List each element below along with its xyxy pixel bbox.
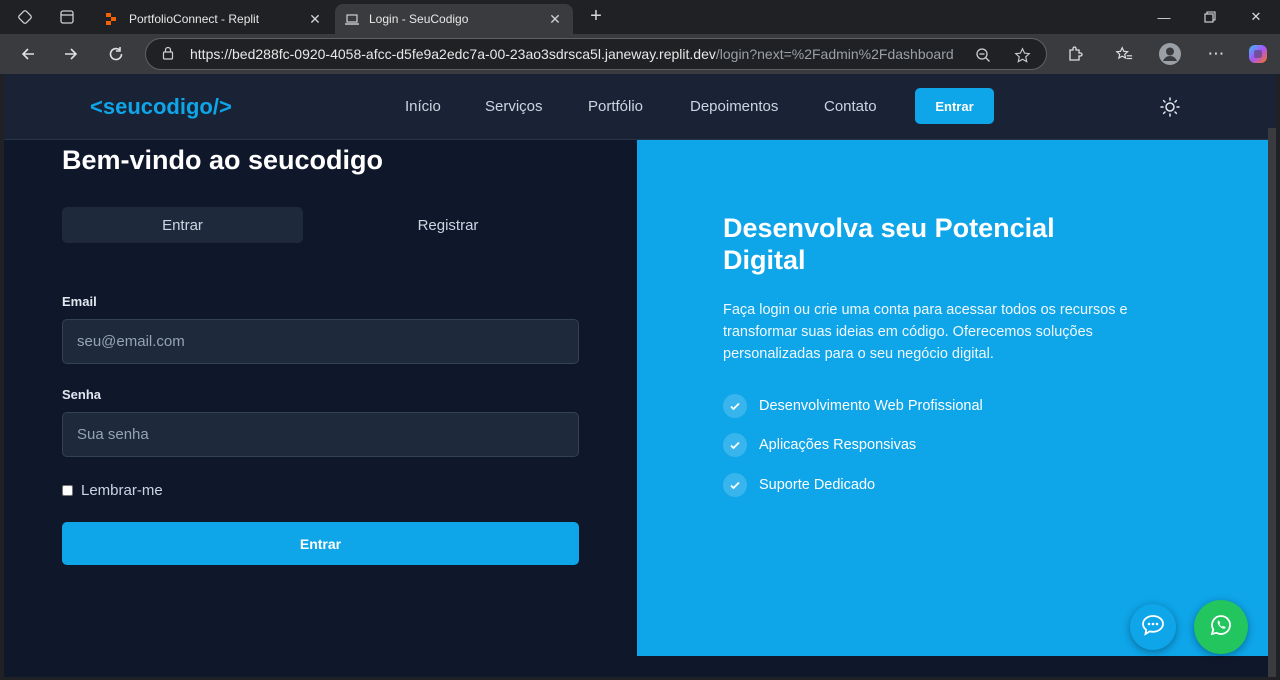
email-label: Email [62,294,97,309]
tab-login[interactable]: Entrar [62,207,303,243]
remember-me[interactable]: Lembrar-me [62,482,163,499]
browser-tab-login[interactable]: Login - SeuCodigo ✕ [335,4,573,34]
url-host: https://bed288fc-0920-4058-afcc-d5fe9a2e… [190,46,716,62]
feature-label: Suporte Dedicado [759,477,876,493]
feature-label: Desenvolvimento Web Profissional [759,398,983,414]
close-icon[interactable]: ✕ [547,11,563,28]
workspaces-icon[interactable] [14,6,36,28]
login-submit-button[interactable]: Entrar [62,522,579,565]
check-icon [723,394,747,418]
feature-item: Aplicações Responsivas [723,433,916,457]
whatsapp-icon [1209,613,1233,642]
feature-label: Aplicações Responsivas [759,437,917,453]
nav-link-inicio[interactable]: Início [405,98,441,115]
tab-register[interactable]: Registrar [318,207,578,243]
remember-label: Lembrar-me [81,482,163,499]
url-path: /login?next=%2Fadmin%2Fdashboard [715,46,954,62]
site-navbar: <seucodigo/> Início Serviços Portfólio D… [4,74,1276,140]
close-icon[interactable]: ✕ [307,11,323,28]
zoom-icon[interactable] [973,45,993,65]
profile-avatar-icon[interactable] [1157,41,1183,67]
nav-login-button[interactable]: Entrar [915,88,994,124]
password-field-wrapper [62,412,579,457]
extensions-icon[interactable] [1062,41,1088,67]
forward-icon[interactable] [58,41,84,67]
lock-icon[interactable] [162,46,176,63]
replit-icon [105,12,119,26]
url-text[interactable]: https://bed288fc-0920-4058-afcc-d5fe9a2e… [190,46,954,62]
hero-panel: Desenvolva seu Potencial Digital Faça lo… [637,140,1269,656]
whatsapp-button[interactable] [1194,600,1248,654]
browser-tab-portfolioconnect[interactable]: PortfolioConnect - Replit ✕ [95,4,333,34]
laptop-icon [345,12,359,26]
nav-link-servicos[interactable]: Serviços [485,98,543,115]
chat-bubble-icon [1141,614,1165,641]
reload-icon[interactable] [103,41,129,67]
tab-title: PortfolioConnect - Replit [129,12,260,26]
feature-item: Desenvolvimento Web Profissional [723,394,983,418]
tab-title: Login - SeuCodigo [369,12,469,26]
close-window-icon[interactable]: ✕ [1233,5,1279,29]
check-icon [723,473,747,497]
nav-link-portfolio[interactable]: Portfólio [588,98,643,115]
auth-tabs: Entrar Registrar [62,207,579,243]
remember-checkbox[interactable] [62,485,73,496]
page-scrollbar[interactable] [1268,128,1276,677]
copilot-icon[interactable] [1245,41,1271,67]
nav-link-depoimentos[interactable]: Depoimentos [690,98,778,115]
browser-tab-bar: PortfolioConnect - Replit ✕ Login - SeuC… [0,0,1280,34]
site-logo[interactable]: <seucodigo/> [90,94,232,120]
minimize-icon[interactable]: — [1141,5,1187,29]
password-field[interactable] [77,426,564,443]
hero-title: Desenvolva seu Potencial Digital [723,213,1055,275]
back-icon[interactable] [15,41,41,67]
hero-description: Faça login ou crie uma conta para acessa… [723,302,1128,362]
check-icon [723,433,747,457]
new-tab-icon[interactable]: + [585,6,607,28]
favorite-star-icon[interactable] [1012,45,1032,65]
page-title: Bem-vindo ao seucodigo [62,145,384,175]
chat-button[interactable] [1130,604,1176,650]
more-icon[interactable]: ⋯ [1203,41,1229,67]
restore-icon[interactable] [1187,5,1233,29]
tab-actions-icon[interactable] [56,6,78,28]
password-label: Senha [62,387,102,402]
page-viewport: <seucodigo/> Início Serviços Portfólio D… [4,74,1276,677]
email-field-wrapper [62,319,579,364]
login-panel: Bem-vindo ao seucodigo Entrar Registrar … [4,140,637,677]
browser-toolbar: https://bed288fc-0920-4058-afcc-d5fe9a2e… [0,34,1280,74]
address-bar[interactable]: https://bed288fc-0920-4058-afcc-d5fe9a2e… [145,38,1047,70]
feature-item: Suporte Dedicado [723,473,875,497]
favorites-icon[interactable] [1111,41,1137,67]
nav-link-contato[interactable]: Contato [824,98,877,115]
email-field[interactable] [77,333,564,350]
sun-icon[interactable] [1159,96,1181,118]
